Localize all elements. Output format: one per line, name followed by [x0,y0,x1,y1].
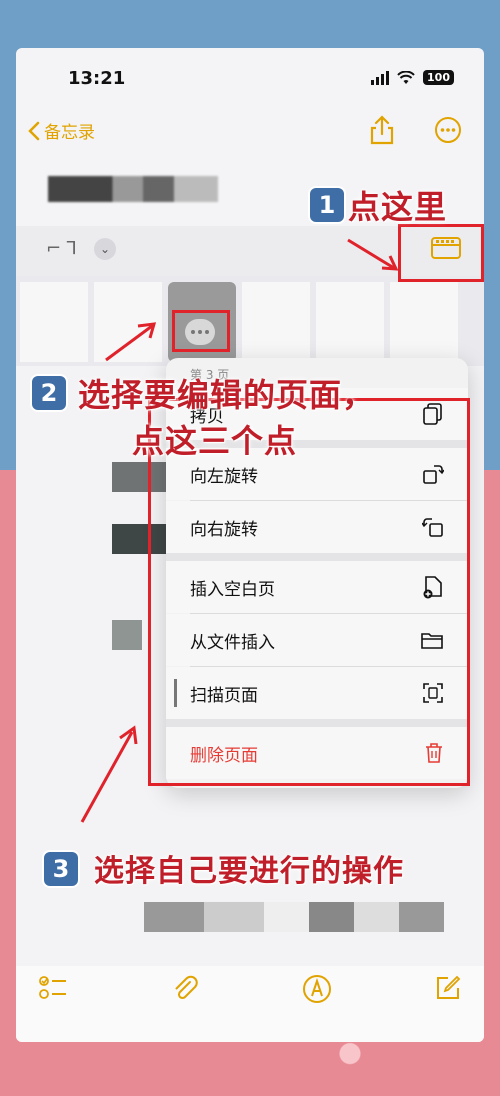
redacted-block [112,620,142,650]
page-selector-icon[interactable]: ⌐ ⅂ [46,238,77,259]
arrow-step2 [105,322,157,362]
arrow-step1 [347,238,399,271]
step2-badge: 2 [32,376,66,410]
chevron-left-icon [28,121,40,140]
signal-icon [371,70,390,85]
step1-annotation: 点这里 [348,188,448,226]
more-dots-icon [185,319,215,345]
note-title-redacted [48,176,218,202]
checklist-icon[interactable] [38,974,68,1002]
page-thumbnails [16,276,484,366]
more-options-highlight[interactable] [172,310,230,352]
thumbnails-button-highlight [398,224,484,282]
page-thumbnail[interactable] [242,282,310,362]
ellipsis-circle-icon[interactable] [434,116,462,144]
step1-badge: 1 [310,188,344,222]
step3-badge: 3 [44,852,78,886]
chevron-down-icon[interactable]: ⌄ [94,238,116,260]
pen-circle-icon[interactable] [302,974,332,1004]
back-button[interactable]: 备忘录 [28,118,95,143]
page-thumbnail[interactable] [20,282,88,362]
page-thumbnail[interactable] [390,282,458,362]
bottom-toolbar [16,966,484,1042]
status-icons: 100 [371,70,454,85]
step3-annotation: 选择自己要进行的操作 [94,854,404,889]
page-thumbnail[interactable] [316,282,384,362]
paperclip-icon[interactable] [172,974,200,1004]
redacted-block [144,902,444,932]
step2-annotation-line2: 点这三个点 [132,422,298,460]
compose-icon[interactable] [434,974,462,1002]
status-time: 13:21 [68,68,126,89]
arrow-step3 [80,725,138,823]
wifi-icon [397,70,415,84]
share-icon[interactable] [368,114,396,146]
step2-annotation-line1: 选择要编辑的页面， [78,376,376,414]
battery-indicator: 100 [423,70,454,85]
back-label: 备忘录 [44,123,95,143]
